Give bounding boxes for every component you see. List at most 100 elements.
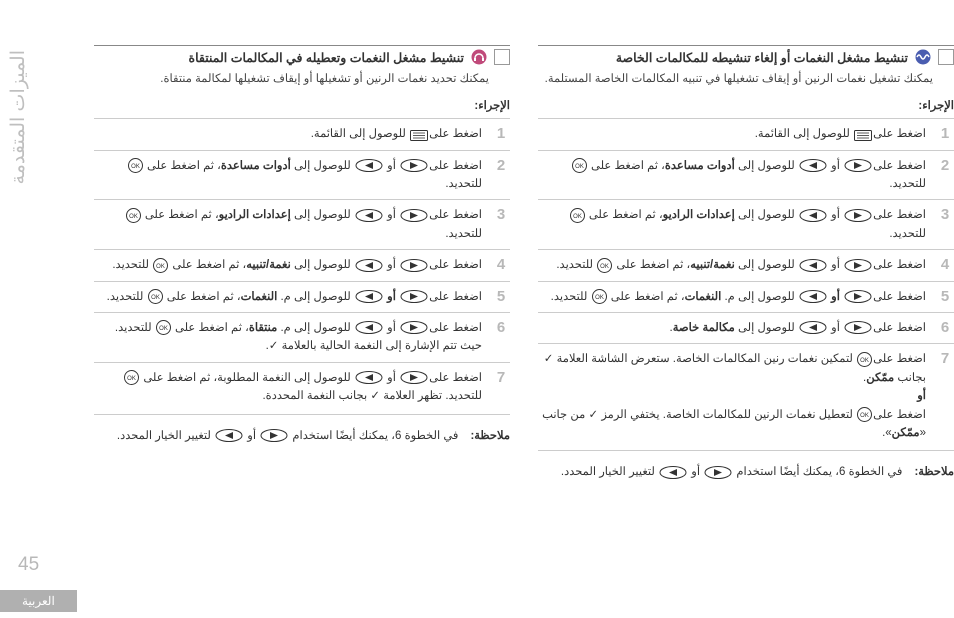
step-number: 3 bbox=[936, 206, 954, 223]
step-text: اضغط على أو للوصول إلى إعدادات الراديو، … bbox=[94, 206, 482, 243]
step-text: اضغط على أو للوصول إلى أدوات مساعدة، ثم … bbox=[538, 157, 926, 194]
right-button-icon bbox=[704, 466, 732, 479]
right-button-icon bbox=[844, 159, 872, 172]
ok-button-icon bbox=[124, 370, 139, 385]
step-text: اضغط على أو للوصول إلى النغمة المطلوبة، … bbox=[94, 369, 482, 406]
left-button-icon bbox=[355, 209, 383, 222]
left-button-icon bbox=[355, 321, 383, 334]
step-row: 3 اضغط على أو للوصول إلى إعدادات الراديو… bbox=[538, 199, 954, 249]
step-row: 4 اضغط على أو للوصول إلى نغمة/تنبيه، ثم … bbox=[538, 249, 954, 280]
procedure-label: الإجراء: bbox=[538, 98, 954, 112]
note: ملاحظة: في الخطوة 6، يمكنك أيضًا استخدام… bbox=[94, 421, 510, 451]
headphones-icon bbox=[471, 49, 487, 65]
step-number: 6 bbox=[492, 319, 510, 336]
step-row: 7 اضغط على أو للوصول إلى النغمة المطلوبة… bbox=[94, 362, 510, 412]
menu-button-icon bbox=[410, 130, 428, 141]
step-number: 7 bbox=[936, 350, 954, 367]
section-desc: يمكنك تحديد نغمات الرنين أو تشغيلها أو إ… bbox=[94, 71, 489, 88]
step-text: اضغط على للوصول إلى القائمة. bbox=[94, 125, 482, 143]
step-number: 2 bbox=[936, 157, 954, 174]
right-column: تنشيط مشغل النغمات أو إلغاء تنشيطه للمكا… bbox=[538, 45, 954, 585]
left-button-icon bbox=[799, 321, 827, 334]
left-button-icon bbox=[799, 290, 827, 303]
ok-button-icon bbox=[592, 289, 607, 304]
note-label: ملاحظة: bbox=[914, 463, 954, 481]
step-text: اضغط على أو للوصول إلى إعدادات الراديو، … bbox=[538, 206, 926, 243]
left-button-icon bbox=[355, 290, 383, 303]
check-icon: ✓ bbox=[370, 390, 380, 402]
right-button-icon bbox=[400, 321, 428, 334]
left-button-icon bbox=[355, 159, 383, 172]
step-number: 5 bbox=[936, 288, 954, 305]
right-button-icon bbox=[400, 290, 428, 303]
right-button-icon bbox=[844, 321, 872, 334]
step-text: اضغط على أو للوصول إلى مكالمة خاصة. bbox=[538, 319, 926, 337]
section-header: تنشيط مشغل النغمات وتعطيله في المكالمات … bbox=[94, 45, 510, 65]
right-button-icon bbox=[400, 371, 428, 384]
left-button-icon bbox=[215, 429, 243, 442]
step-row: 5 اضغط على أو للوصول إلى م. النغمات، ثم … bbox=[94, 281, 510, 312]
ok-button-icon bbox=[570, 208, 585, 223]
step-row: 1 اضغط على للوصول إلى القائمة. bbox=[94, 118, 510, 149]
ok-button-icon bbox=[156, 320, 171, 335]
note-label: ملاحظة: bbox=[470, 427, 510, 445]
step-number: 1 bbox=[936, 125, 954, 142]
note: ملاحظة: في الخطوة 6، يمكنك أيضًا استخدام… bbox=[538, 457, 954, 487]
ok-button-icon bbox=[857, 352, 872, 367]
step-number: 5 bbox=[492, 288, 510, 305]
menu-button-icon bbox=[854, 130, 872, 141]
checkbox-icon bbox=[494, 49, 510, 65]
ok-button-icon bbox=[128, 158, 143, 173]
ok-button-icon bbox=[572, 158, 587, 173]
step-row: 6 اضغط على أو للوصول إلى مكالمة خاصة. bbox=[538, 312, 954, 343]
left-button-icon bbox=[355, 371, 383, 384]
left-button-icon bbox=[799, 159, 827, 172]
step-text: اضغط على أو للوصول إلى أدوات مساعدة، ثم … bbox=[94, 157, 482, 194]
step-text: اضغط على للوصول إلى القائمة. bbox=[538, 125, 926, 143]
section-title: تنشيط مشغل النغمات أو إلغاء تنشيطه للمكا… bbox=[616, 50, 908, 65]
wave-icon bbox=[915, 49, 931, 65]
step-row: 7 اضغط على لتمكين نغمات رنين المكالمات ا… bbox=[538, 343, 954, 448]
check-icon: ✓ bbox=[588, 409, 598, 421]
step-row: 4 اضغط على أو للوصول إلى نغمة/تنبيه، ثم … bbox=[94, 249, 510, 280]
ok-button-icon bbox=[148, 289, 163, 304]
right-button-icon bbox=[400, 209, 428, 222]
left-button-icon bbox=[799, 209, 827, 222]
right-button-icon bbox=[844, 209, 872, 222]
step-number: 1 bbox=[492, 125, 510, 142]
ok-button-icon bbox=[857, 407, 872, 422]
right-button-icon bbox=[400, 259, 428, 272]
note-text: في الخطوة 6، يمكنك أيضًا استخدام أو لتغي… bbox=[561, 463, 903, 481]
step-number: 6 bbox=[936, 319, 954, 336]
step-text: اضغط على أو للوصول إلى م. منتقاة، ثم اضغ… bbox=[94, 319, 482, 356]
step-number: 7 bbox=[492, 369, 510, 386]
left-button-icon bbox=[799, 259, 827, 272]
sidebar-title: الميزات المتقدمة bbox=[8, 50, 30, 184]
check-icon: ✓ bbox=[544, 353, 554, 365]
step-number: 4 bbox=[492, 256, 510, 273]
step-number: 2 bbox=[492, 157, 510, 174]
step-text: اضغط على أو للوصول إلى م. النغمات، ثم اض… bbox=[538, 288, 926, 306]
ok-button-icon bbox=[597, 258, 612, 273]
step-text: اضغط على أو للوصول إلى نغمة/تنبيه، ثم اض… bbox=[94, 256, 482, 274]
language-tab: العربية bbox=[0, 590, 77, 612]
page-number: 45 bbox=[18, 554, 39, 576]
section-header: تنشيط مشغل النغمات أو إلغاء تنشيطه للمكا… bbox=[538, 45, 954, 65]
ok-button-icon bbox=[126, 208, 141, 223]
left-column: تنشيط مشغل النغمات وتعطيله في المكالمات … bbox=[94, 45, 510, 585]
right-button-icon bbox=[844, 290, 872, 303]
step-number: 4 bbox=[936, 256, 954, 273]
checkbox-icon bbox=[938, 49, 954, 65]
note-text: في الخطوة 6، يمكنك أيضًا استخدام أو لتغي… bbox=[117, 427, 459, 445]
step-row: 6 اضغط على أو للوصول إلى م. منتقاة، ثم ا… bbox=[94, 312, 510, 362]
right-button-icon bbox=[844, 259, 872, 272]
step-text: اضغط على لتمكين نغمات رنين المكالمات الخ… bbox=[538, 350, 926, 442]
step-text: اضغط على أو للوصول إلى م. النغمات، ثم اض… bbox=[94, 288, 482, 306]
section-desc: يمكنك تشغيل نغمات الرنين أو إيقاف تشغيله… bbox=[538, 71, 933, 88]
step-number: 3 bbox=[492, 206, 510, 223]
step-row: 2 اضغط على أو للوصول إلى أدوات مساعدة، ث… bbox=[538, 150, 954, 200]
ok-button-icon bbox=[153, 258, 168, 273]
check-icon: ✓ bbox=[269, 340, 279, 352]
step-row: 5 اضغط على أو للوصول إلى م. النغمات، ثم … bbox=[538, 281, 954, 312]
section-title: تنشيط مشغل النغمات وتعطيله في المكالمات … bbox=[189, 50, 464, 65]
